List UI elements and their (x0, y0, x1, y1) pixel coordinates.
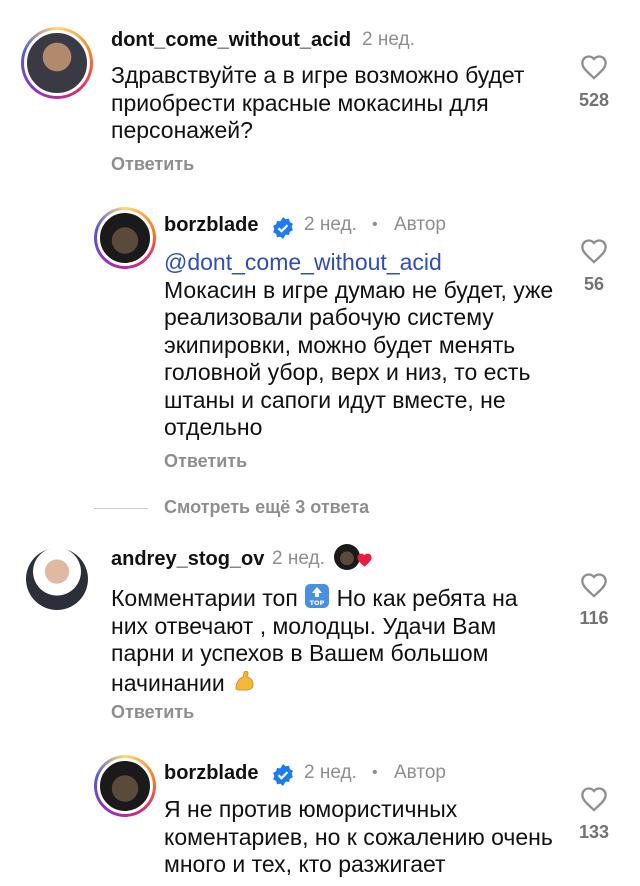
separator-dot: • (372, 764, 378, 781)
username[interactable]: borzblade (164, 214, 258, 237)
username[interactable]: andrey_stog_ov (111, 548, 264, 571)
avatar[interactable] (94, 755, 156, 817)
author-label: Автор (394, 214, 446, 235)
timestamp: 2 нед. (304, 762, 357, 783)
like-button[interactable]: 116 (572, 572, 616, 629)
like-count: 56 (583, 274, 605, 294)
like-count: 133 (578, 822, 610, 842)
like-button[interactable]: 56 (572, 238, 616, 295)
heart-icon[interactable] (580, 54, 608, 80)
reply-button[interactable]: Ответить (111, 702, 194, 723)
heart-icon[interactable] (580, 786, 608, 812)
verified-badge-icon (273, 764, 293, 786)
comment-body: Мокасин в игре думаю не будет, уже реали… (164, 276, 554, 441)
svg-text:TOP: TOP (310, 599, 325, 607)
separator-dot: • (372, 216, 378, 233)
heart-filled-icon (357, 553, 372, 567)
username[interactable]: dont_come_without_acid (111, 29, 351, 52)
reply-button[interactable]: Ответить (111, 154, 194, 175)
view-more-replies[interactable]: Смотреть ещё 3 ответа (164, 497, 369, 518)
author-label: Автор (394, 762, 446, 783)
avatar[interactable] (26, 548, 88, 610)
flexed-biceps-icon (235, 670, 254, 690)
comment-text: Здравствуйте а в игре возможно будет при… (111, 62, 525, 143)
avatar[interactable] (94, 207, 156, 269)
timestamp: 2 нед. (304, 214, 357, 235)
like-count: 116 (579, 608, 609, 628)
comment-text: Комментарии топ TOP Но как ребята на них… (111, 583, 541, 697)
like-button[interactable]: 528 (572, 54, 616, 111)
heart-icon[interactable] (580, 572, 608, 598)
username[interactable]: borzblade (164, 762, 258, 785)
mention-link[interactable]: @dont_come_without_acid (164, 249, 442, 275)
like-button[interactable]: 133 (572, 786, 616, 843)
timestamp: 2 нед. (362, 29, 415, 50)
top-emoji-icon: TOP (305, 584, 330, 608)
comment-text: Я не против юмористичных коментариев, но… (164, 796, 553, 877)
verified-badge-icon (273, 217, 293, 239)
avatar[interactable] (21, 27, 93, 99)
comment-text-part-1: Комментарии топ (111, 585, 298, 611)
heart-icon[interactable] (580, 238, 608, 264)
reply-button[interactable]: Ответить (164, 451, 247, 472)
timestamp: 2 нед. (272, 548, 325, 569)
like-count: 528 (578, 90, 610, 110)
comment-text: @dont_come_without_acid Мокасин в игре д… (164, 249, 564, 442)
divider (94, 508, 148, 509)
